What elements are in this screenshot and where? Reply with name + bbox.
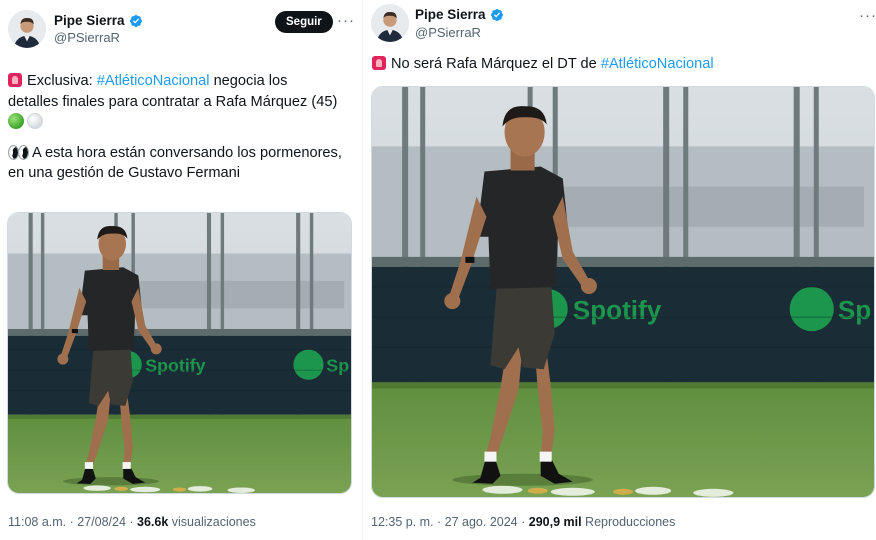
tweet-photo[interactable] bbox=[371, 86, 875, 498]
avatar[interactable] bbox=[8, 10, 46, 48]
tweet-right: Pipe Sierra @PSierraR ··· No será Rafa M… bbox=[362, 0, 876, 540]
tweet-text: No será Rafa Márquez el DT de #AtléticoN… bbox=[372, 54, 862, 75]
more-dots-icon[interactable]: ··· bbox=[337, 13, 355, 28]
author-name[interactable]: Pipe Sierra bbox=[54, 13, 125, 28]
tweet-line-2: detalles finales para contratar a Rafa M… bbox=[8, 93, 338, 110]
views-label: Reproducciones bbox=[581, 515, 676, 529]
views-count: 290,9 mil bbox=[528, 515, 582, 529]
tweet-text: Exclusiva: #AtléticoNacional negocia los… bbox=[8, 71, 353, 184]
hashtag-link[interactable]: #AtléticoNacional bbox=[601, 56, 714, 72]
views-label: visualizaciones bbox=[168, 515, 256, 529]
green-circle-emoji-icon bbox=[8, 113, 24, 129]
tweet-line-4-text: A esta hora están conversando los pormen… bbox=[32, 144, 342, 161]
tweet-line-3 bbox=[8, 112, 353, 133]
avatar[interactable] bbox=[371, 4, 409, 42]
white-circle-emoji-icon bbox=[27, 113, 43, 129]
eyes-emoji-icon bbox=[8, 144, 29, 160]
tweet-line-1: Exclusiva: #AtléticoNacional negocia los bbox=[8, 71, 353, 92]
timestamp[interactable]: 11:08 a.m. · 27/08/24 · bbox=[8, 515, 137, 529]
tweet-left: Pipe Sierra @PSierraR Seguir ··· Exclusi… bbox=[0, 0, 362, 540]
text-prefix: No será Rafa Márquez el DT de bbox=[391, 56, 601, 72]
text-suffix: negocia los bbox=[209, 73, 288, 89]
follow-button[interactable]: Seguir bbox=[275, 11, 333, 33]
tweet-line-5: en una gestión de Gustavo Fermani bbox=[8, 165, 241, 181]
siren-emoji-icon bbox=[372, 56, 386, 70]
hashtag-link[interactable]: #AtléticoNacional bbox=[97, 73, 210, 89]
tweet-photo[interactable] bbox=[7, 212, 352, 494]
author-handle[interactable]: @PSierraR bbox=[415, 25, 481, 40]
verified-badge-icon bbox=[129, 14, 143, 28]
views-count: 36.6k bbox=[137, 515, 169, 529]
author-name[interactable]: Pipe Sierra bbox=[415, 7, 486, 22]
tweet-meta: 12:35 p. m. · 27 ago. 2024 · 290,9 mil R… bbox=[371, 515, 675, 529]
text-prefix: Exclusiva: bbox=[27, 73, 97, 89]
author-handle[interactable]: @PSierraR bbox=[54, 30, 120, 45]
tweet-line-4: A esta hora están conversando los pormen… bbox=[8, 143, 353, 164]
more-dots-icon[interactable]: ··· bbox=[859, 8, 876, 23]
verified-badge-icon bbox=[490, 8, 504, 22]
author-name-row[interactable]: Pipe Sierra bbox=[415, 7, 504, 22]
tweet-meta: 11:08 a.m. · 27/08/24 · 36.6k visualizac… bbox=[8, 515, 256, 529]
timestamp[interactable]: 12:35 p. m. · 27 ago. 2024 · bbox=[371, 515, 529, 529]
author-name-row[interactable]: Pipe Sierra bbox=[54, 13, 143, 28]
siren-emoji-icon bbox=[8, 73, 22, 87]
